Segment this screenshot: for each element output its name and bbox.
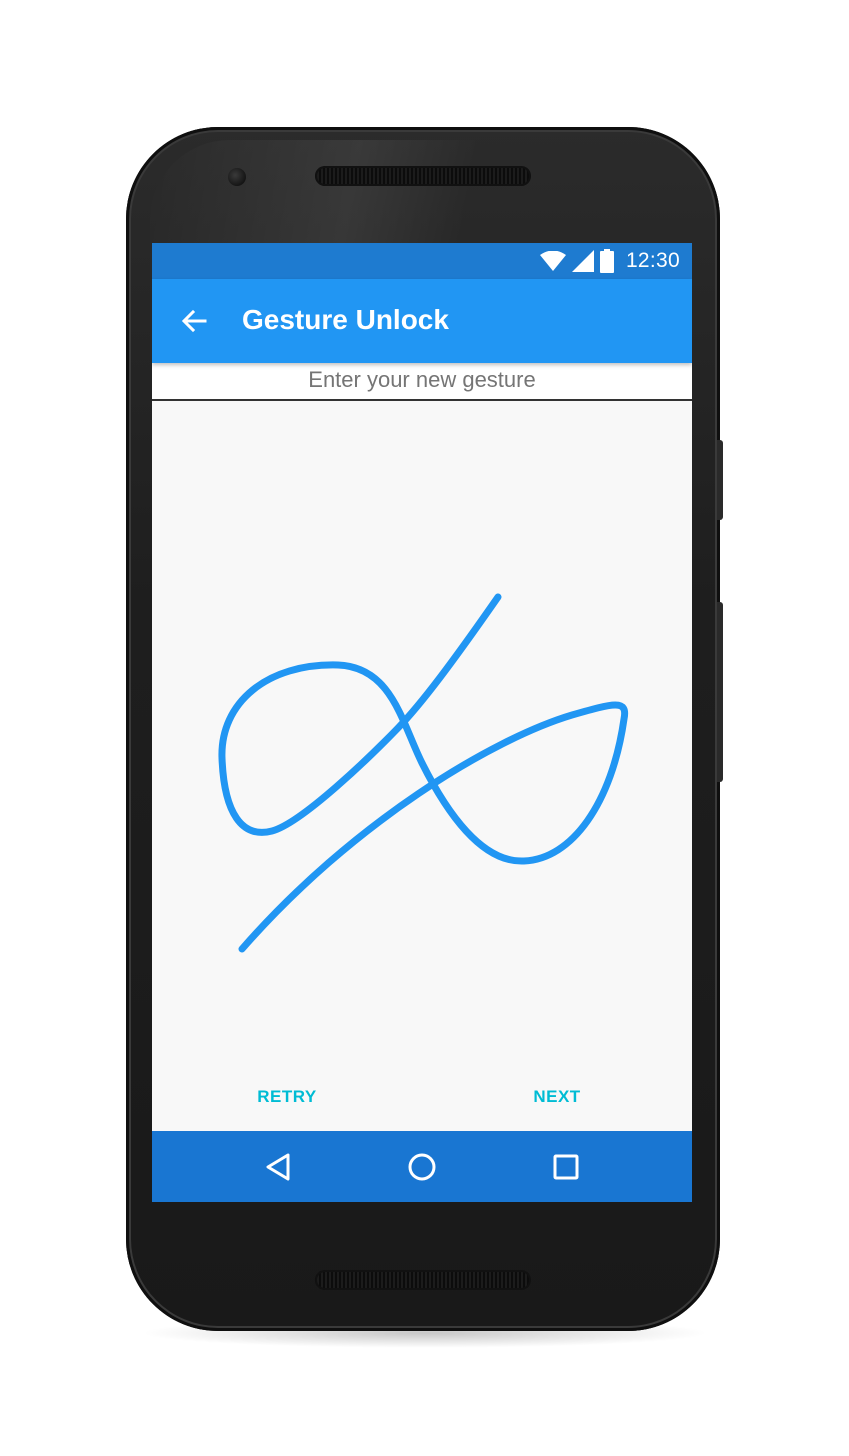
- navigation-bar: [152, 1131, 692, 1202]
- retry-button[interactable]: RETRY: [247, 1081, 327, 1113]
- screen: 12:30 Gesture Unlock Enter your new gest…: [152, 243, 692, 1202]
- status-time: 12:30: [625, 249, 680, 272]
- nav-recents-icon[interactable]: [548, 1149, 584, 1185]
- wifi-icon: [539, 251, 566, 271]
- nav-home-icon[interactable]: [404, 1149, 440, 1185]
- status-bar: 12:30: [152, 243, 692, 279]
- battery-icon: [599, 249, 614, 273]
- instruction-text: Enter your new gesture: [152, 363, 692, 401]
- nav-back-icon[interactable]: [260, 1149, 296, 1185]
- cell-signal-icon: [571, 250, 594, 272]
- earpiece-speaker: [315, 166, 531, 186]
- page-title: Gesture Unlock: [242, 304, 449, 335]
- next-button[interactable]: NEXT: [517, 1081, 597, 1113]
- gesture-canvas[interactable]: [152, 403, 692, 1063]
- status-icons: 12:30: [539, 243, 680, 279]
- app-bar: Gesture Unlock: [152, 279, 692, 363]
- gesture-stroke: [218, 593, 629, 953]
- front-camera: [228, 168, 246, 186]
- arrow-left-icon[interactable]: [180, 307, 208, 335]
- bottom-speaker: [315, 1270, 531, 1290]
- volume-rocker: [717, 602, 723, 782]
- power-button: [717, 440, 723, 520]
